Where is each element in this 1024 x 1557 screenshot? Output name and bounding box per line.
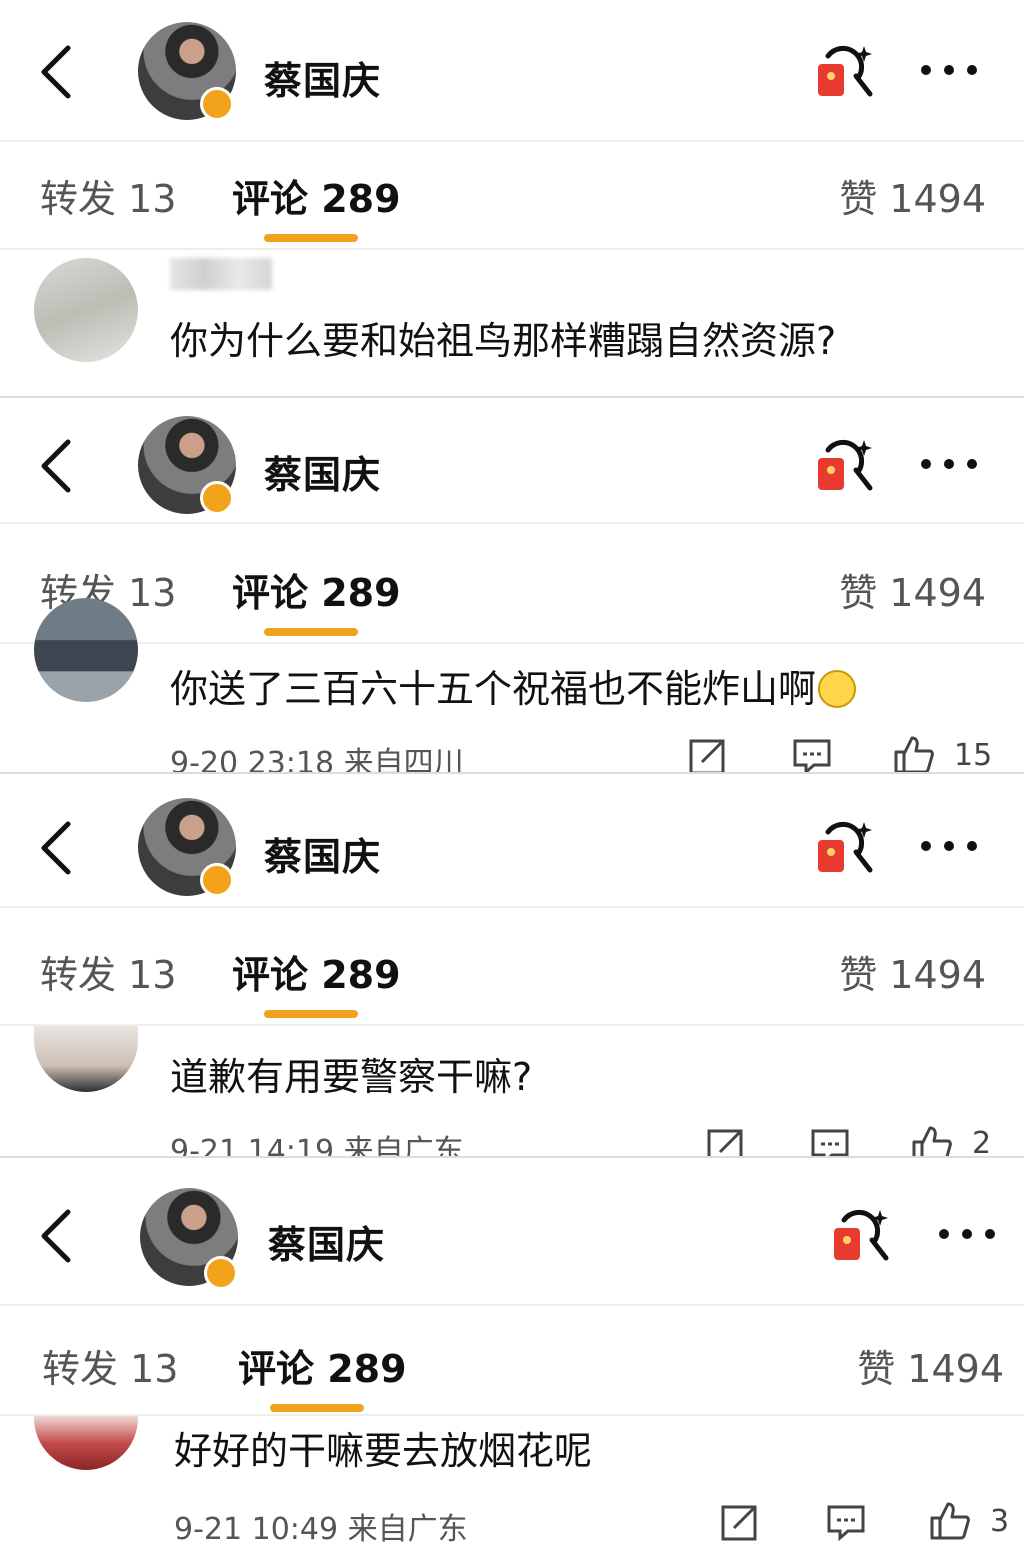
screenshot-panel-3: 蔡国庆 转发 13 评论 289 赞 1494 道歉有用要警察干嘛? 9-21 …: [0, 774, 1024, 1158]
verified-badge-icon: [204, 1256, 238, 1290]
more-icon[interactable]: [918, 62, 980, 78]
screenshot-panel-4: 蔡国庆 转发 13 评论 289 赞 1494 好好的干嘛要去放烟花呢 9-21…: [0, 1158, 1024, 1557]
back-arrow-icon[interactable]: [36, 820, 76, 876]
top-bar: 蔡国庆: [0, 0, 1024, 140]
comment-item: 道歉有用要警察干嘛? 9-21 14:19 来自广东 2: [0, 1026, 1024, 1158]
tab-bar: 转发 13 评论 289 赞 1494: [0, 554, 1024, 636]
comment-action[interactable]: [792, 736, 832, 774]
tab-like[interactable]: 赞 1494: [839, 562, 986, 617]
verified-badge-icon: [200, 863, 234, 897]
comment-icon: [793, 739, 831, 774]
tab-like[interactable]: 赞 1494: [839, 168, 986, 223]
commenter-avatar[interactable]: [34, 1026, 138, 1092]
laughing-emoji-icon: [818, 670, 857, 708]
back-arrow-icon[interactable]: [36, 44, 76, 100]
back-arrow-icon[interactable]: [36, 1208, 76, 1264]
divider: [0, 1304, 1024, 1306]
comment-meta: 9-20 23:18 来自四川: [170, 746, 464, 774]
comment-item: 好好的干嘛要去放烟花呢 9-21 10:49 来自广东 3: [0, 1416, 1024, 1557]
top-bar: 蔡国庆: [0, 398, 1024, 534]
comment-item: 你送了三百六十五个祝福也不能炸山啊 9-20 23:18 来自四川 15: [0, 598, 1024, 774]
screenshot-panel-2: 蔡国庆 转发 13 评论 289 赞 1494 你送了三百六十五个祝福也不能炸山…: [0, 398, 1024, 774]
repost-action[interactable]: [706, 1126, 746, 1158]
comment-text: 好好的干嘛要去放烟花呢: [174, 1429, 593, 1473]
top-bar: 蔡国庆: [0, 1164, 1024, 1304]
verified-badge-icon: [200, 87, 234, 121]
account-name[interactable]: 蔡国庆: [264, 444, 381, 499]
like-icon: [930, 1502, 970, 1540]
comment-icon: [827, 1505, 865, 1542]
screenshot-panel-1: 蔡国庆 转发 13 评论 289 赞 1494 你为什么要和始祖鸟那样糟蹋自然资…: [0, 0, 1024, 398]
repost-icon: [707, 1129, 743, 1158]
divider: [0, 248, 1024, 250]
tab-like[interactable]: 赞 1494: [857, 1338, 1004, 1393]
divider: [0, 522, 1024, 524]
tab-repost[interactable]: 转发 13: [40, 168, 176, 223]
comment-meta: 9-21 14:19 来自广东: [170, 1134, 464, 1158]
more-icon[interactable]: [936, 1226, 998, 1242]
comment-action[interactable]: [810, 1126, 850, 1158]
tab-like[interactable]: 赞 1494: [839, 944, 986, 999]
like-icon: [912, 1126, 952, 1158]
like-action[interactable]: [892, 732, 936, 774]
commenter-name-blurred: [170, 258, 272, 290]
tab-bar: 转发 13 评论 289 赞 1494: [0, 160, 1024, 242]
active-tab-indicator: [264, 234, 358, 242]
tab-comment[interactable]: 评论 289: [232, 562, 401, 617]
tab-repost[interactable]: 转发 13: [42, 1338, 178, 1393]
comment-meta: 9-21 10:49 来自广东: [174, 1512, 468, 1547]
comment-action[interactable]: [826, 1502, 866, 1546]
redpack-search-icon[interactable]: [814, 818, 876, 880]
comment-text: 道歉有用要警察干嘛?: [170, 1055, 533, 1099]
tab-comment[interactable]: 评论 289: [232, 944, 401, 999]
active-tab-indicator: [264, 1010, 358, 1018]
tab-bar: 转发 13 评论 289 赞 1494: [0, 1330, 1024, 1412]
tab-bar: 转发 13 评论 289 赞 1494: [0, 936, 1024, 1018]
account-name[interactable]: 蔡国庆: [268, 1214, 385, 1269]
redpack-search-icon[interactable]: [814, 436, 876, 498]
like-icon: [894, 736, 934, 774]
comment-item: 你为什么要和始祖鸟那样糟蹋自然资源?: [0, 252, 1024, 398]
tab-repost[interactable]: 转发 13: [40, 944, 176, 999]
tab-comment[interactable]: 评论 289: [232, 168, 401, 223]
comment-text: 你为什么要和始祖鸟那样糟蹋自然资源?: [170, 319, 837, 363]
comment-text-content: 你送了三百六十五个祝福也不能炸山啊: [170, 667, 817, 711]
commenter-avatar[interactable]: [34, 258, 138, 362]
redpack-search-icon[interactable]: [830, 1206, 892, 1268]
commenter-avatar[interactable]: [34, 1416, 138, 1470]
repost-action[interactable]: [688, 736, 728, 774]
divider: [0, 140, 1024, 142]
like-action[interactable]: [910, 1122, 954, 1158]
repost-icon: [689, 739, 725, 774]
top-bar: 蔡国庆: [0, 776, 1024, 916]
more-icon[interactable]: [918, 456, 980, 472]
account-name[interactable]: 蔡国庆: [264, 826, 381, 881]
repost-icon: [721, 1505, 757, 1541]
repost-action[interactable]: [720, 1502, 760, 1546]
active-tab-indicator: [270, 1404, 364, 1412]
comment-text: 你送了三百六十五个祝福也不能炸山啊: [170, 658, 857, 713]
account-name[interactable]: 蔡国庆: [264, 50, 381, 105]
like-action[interactable]: [928, 1498, 972, 1542]
commenter-avatar[interactable]: [34, 598, 138, 702]
active-tab-indicator: [264, 628, 358, 636]
like-count: 3: [990, 1504, 1010, 1539]
verified-badge-icon: [200, 481, 234, 515]
back-arrow-icon[interactable]: [36, 438, 76, 494]
tab-comment[interactable]: 评论 289: [238, 1338, 407, 1393]
divider: [0, 906, 1024, 908]
redpack-search-icon[interactable]: [814, 42, 876, 104]
more-icon[interactable]: [918, 838, 980, 854]
comment-icon: [811, 1129, 849, 1158]
like-count: 2: [972, 1126, 992, 1158]
like-count: 15: [954, 738, 993, 773]
